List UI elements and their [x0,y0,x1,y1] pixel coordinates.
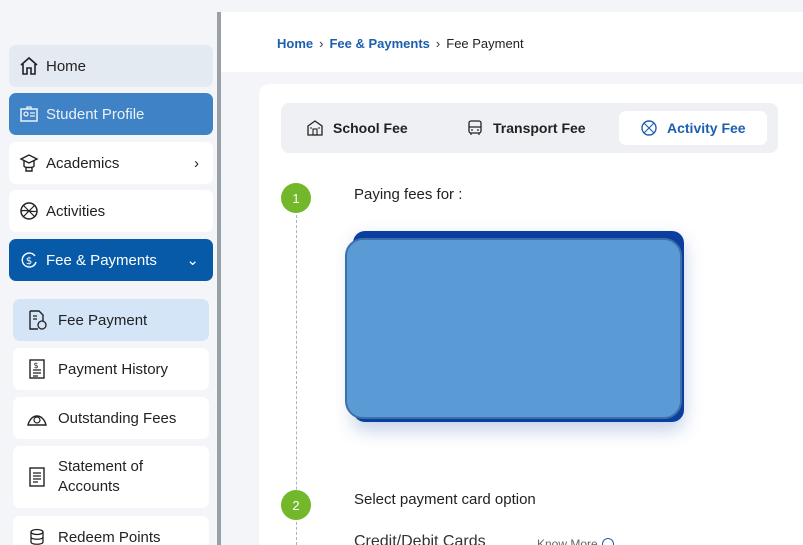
chevron-right-icon: › [319,36,324,51]
sidebar-item-academics[interactable]: Academics › [9,142,213,184]
sidebar-subitem-label: Accounts [58,478,120,495]
sidebar-item-label: Student Profile [46,105,145,123]
coin-stack-icon [26,526,48,545]
step-number-badge: 1 [281,183,311,213]
school-icon [305,118,325,138]
breadcrumb: Home › Fee & Payments › Fee Payment [277,36,524,51]
dollar-cycle-icon: $ [19,250,39,270]
sidebar: Home Student Profile Academics › Activit… [0,0,218,545]
tab-label: School Fee [333,120,408,136]
chevron-down-icon: ⌄ [186,252,199,269]
sidebar-divider [217,12,221,545]
sidebar-subitem-label: Outstanding Fees [58,409,177,427]
sidebar-subitem-outstanding-fees[interactable]: Outstanding Fees [13,397,209,439]
fee-type-tabs: School Fee Transport Fee Activity Fee [281,103,778,153]
breadcrumb-home[interactable]: Home [277,36,313,51]
bus-icon [465,118,485,138]
sidebar-subitem-label-group: Statement of Accounts [58,457,143,497]
step-number-badge: 2 [281,490,311,520]
sidebar-subitem-statement-of-accounts[interactable]: Statement of Accounts [13,446,209,508]
sidebar-subitem-label: Payment History [58,360,169,378]
sidebar-subitem-fee-payment[interactable]: Fee Payment [13,299,209,341]
document-dollar-icon: $ [26,358,48,380]
ball-icon [639,118,659,138]
graduation-icon [19,153,39,173]
sidebar-subitem-label: Statement of [58,458,144,475]
know-more-label: Know More [537,537,598,545]
sidebar-item-activities[interactable]: Activities [9,190,213,232]
hand-coin-icon [26,407,48,429]
student-selection-card[interactable] [345,238,682,419]
sidebar-subitem-redeem-points[interactable]: Redeem Points [13,516,209,545]
sidebar-subitem-label: Fee Payment [58,311,148,329]
know-more-link[interactable]: Know More [537,537,614,545]
step-title: Paying fees for : [354,186,463,203]
home-icon [19,56,39,76]
tab-activity-fee[interactable]: Activity Fee [619,111,767,145]
sidebar-subitem-payment-history[interactable]: $ Payment History [13,348,209,390]
sidebar-item-label: Academics [46,154,120,172]
sidebar-item-student-profile[interactable]: Student Profile [9,93,213,135]
id-card-icon [19,104,39,124]
chevron-right-icon: › [194,154,199,172]
sidebar-subitem-label: Redeem Points [58,528,161,545]
document-lines-icon [26,466,48,488]
tab-transport-fee[interactable]: Transport Fee [465,111,586,145]
svg-text:$: $ [26,256,32,267]
step-title: Select payment card option [354,491,536,508]
chevron-right-icon: › [435,36,441,51]
tab-school-fee[interactable]: School Fee [305,111,408,145]
info-icon [601,538,614,545]
sidebar-item-label: Activities [46,202,106,220]
card-option-label[interactable]: Credit/Debit Cards [354,533,486,545]
tab-label: Transport Fee [493,120,586,136]
sidebar-item-home[interactable]: Home [9,45,213,87]
sidebar-item-fee-payments[interactable]: $ Fee & Payments ⌄ [9,239,213,281]
breadcrumb-fee-payments[interactable]: Fee & Payments [329,36,429,51]
sidebar-item-label: Home [46,57,87,75]
svg-text:$: $ [33,361,38,370]
breadcrumb-current: Fee Payment [446,36,524,51]
receipt-dollar-icon [26,309,48,331]
tab-label: Activity Fee [667,120,746,136]
ball-icon [19,201,39,221]
sidebar-item-label: Fee & Payments [46,251,157,269]
